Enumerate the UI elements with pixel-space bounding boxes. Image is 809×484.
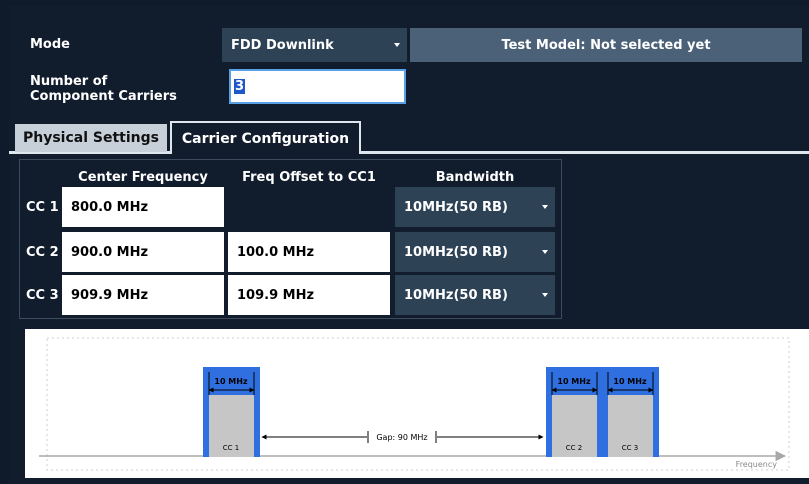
header-bandwidth: Bandwidth bbox=[435, 170, 515, 185]
bandwidth-dropdown-cc1[interactable]: 10MHz(50 RB) bbox=[395, 187, 555, 227]
mode-label: Mode bbox=[30, 37, 70, 52]
chevron-down-icon bbox=[542, 293, 548, 297]
header-center-frequency: Center Frequency bbox=[78, 170, 208, 185]
bandwidth-label-cc3: 10 MHz bbox=[613, 377, 647, 386]
mode-value: FDD Downlink bbox=[231, 37, 334, 53]
frequency-axis-label: Frequency bbox=[736, 460, 778, 469]
row-label-cc1: CC 1 bbox=[26, 200, 59, 215]
row-label-cc2: CC 2 bbox=[26, 245, 59, 260]
test-model-button[interactable]: Test Model: Not selected yet bbox=[410, 28, 802, 62]
center-frequency-input-cc3[interactable]: 909.9 MHz bbox=[62, 275, 224, 315]
gap-indicator: Gap: 90 MHz bbox=[261, 431, 544, 443]
freq-offset-input-cc2[interactable]: 100.0 MHz bbox=[228, 232, 390, 272]
bandwidth-value-cc3: 10MHz(50 RB) bbox=[404, 287, 508, 303]
bandwidth-value-cc1: 10MHz(50 RB) bbox=[404, 199, 508, 215]
carrier-label-cc3: CC 3 bbox=[622, 444, 638, 452]
bandwidth-label-cc1: 10 MHz bbox=[214, 377, 248, 386]
num-cc-label: Number of Component Carriers bbox=[30, 74, 177, 104]
carrier-block-cc3: 10 MHz CC 3 bbox=[607, 372, 654, 457]
carrier-block-cc1: 10 MHz CC 1 bbox=[203, 367, 260, 457]
gap-label: Gap: 90 MHz bbox=[376, 433, 427, 442]
header-freq-offset: Freq Offset to CC1 bbox=[242, 170, 376, 185]
num-cc-label-line2: Component Carriers bbox=[30, 89, 177, 104]
app-window: { "mode": {"label": "Mode", "value": "FD… bbox=[0, 0, 809, 484]
carrier-label-cc1: CC 1 bbox=[223, 444, 239, 452]
center-frequency-input-cc2[interactable]: 900.0 MHz bbox=[62, 232, 224, 272]
bandwidth-label-cc2: 10 MHz bbox=[557, 377, 591, 386]
chevron-down-icon bbox=[542, 205, 548, 209]
chevron-down-icon bbox=[542, 250, 548, 254]
diagram-plot-frame bbox=[46, 337, 790, 471]
freq-offset-field-cc1 bbox=[228, 187, 390, 227]
num-cc-value: 3 bbox=[234, 79, 246, 94]
carrier-label-cc2: CC 2 bbox=[566, 444, 582, 452]
num-cc-input[interactable]: 3 bbox=[229, 69, 406, 104]
row-label-cc3: CC 3 bbox=[26, 288, 59, 303]
bandwidth-dropdown-cc2[interactable]: 10MHz(50 RB) bbox=[395, 232, 555, 272]
freq-offset-input-cc3[interactable]: 109.9 MHz bbox=[228, 275, 390, 315]
carrier-diagram: Frequency 10 MHz CC 1 10 MHz CC 2 10 MHz… bbox=[25, 329, 809, 478]
mode-dropdown[interactable]: FDD Downlink bbox=[222, 28, 407, 62]
chevron-down-icon bbox=[394, 43, 400, 47]
tab-carrier-configuration[interactable]: Carrier Configuration bbox=[170, 121, 361, 154]
bandwidth-dropdown-cc3[interactable]: 10MHz(50 RB) bbox=[395, 275, 555, 315]
num-cc-label-line1: Number of bbox=[30, 74, 108, 89]
center-frequency-input-cc1[interactable]: 800.0 MHz bbox=[62, 187, 224, 227]
tab-physical-settings[interactable]: Physical Settings bbox=[15, 124, 167, 152]
bandwidth-value-cc2: 10MHz(50 RB) bbox=[404, 244, 508, 260]
